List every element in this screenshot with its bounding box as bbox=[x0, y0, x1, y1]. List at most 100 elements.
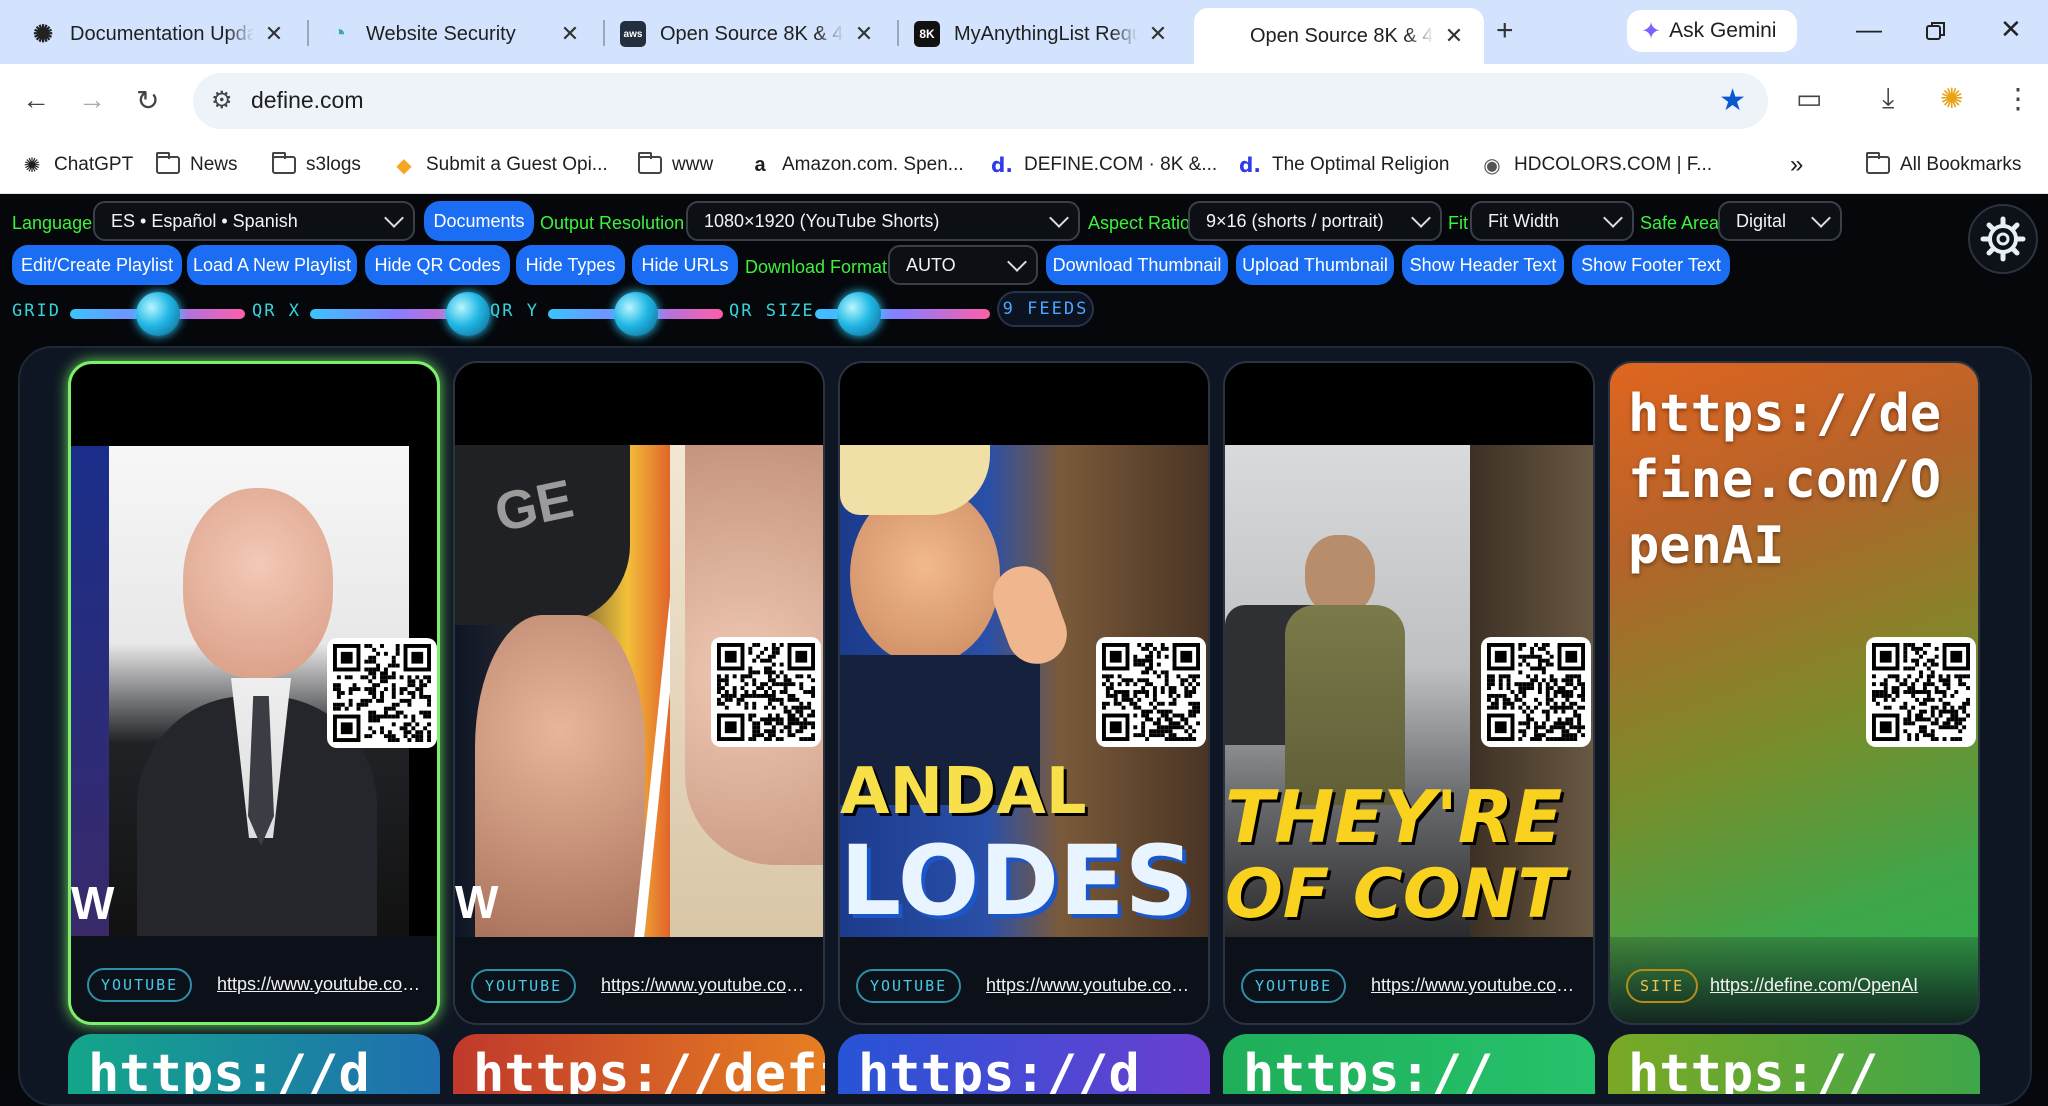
card-url-link[interactable]: https://www.youtube.com/shorts bbox=[217, 974, 429, 995]
bookmark-news[interactable]: News bbox=[156, 148, 238, 182]
folder-icon bbox=[638, 152, 662, 177]
restore-icon[interactable] bbox=[1925, 18, 1947, 49]
language-select[interactable]: ES • Español • Spanish bbox=[93, 201, 415, 241]
minimize-icon[interactable]: — bbox=[1856, 14, 1882, 45]
hide-urls-button[interactable]: Hide URLs bbox=[632, 245, 738, 285]
bookmark-label: ChatGPT bbox=[54, 154, 134, 175]
ask-gemini-button[interactable]: ✦ Ask Gemini bbox=[1627, 10, 1797, 52]
all-bookmarks[interactable]: All Bookmarks bbox=[1866, 148, 2021, 182]
close-icon[interactable]: ✕ bbox=[1442, 23, 1466, 49]
tab-title: Open Source 8K & 4K bbox=[1250, 24, 1434, 47]
feed-card-10[interactable]: https:// bbox=[1608, 1034, 1980, 1094]
tab-website-security[interactable]: ◔ Website Security ✕ bbox=[310, 8, 600, 60]
aspect-ratio-select[interactable]: 9×16 (shorts / portrait) bbox=[1188, 201, 1442, 241]
download-icon[interactable]: ⤓ bbox=[1882, 82, 1894, 115]
card-url-link[interactable]: https://www.youtube.com/shorts bbox=[601, 975, 813, 996]
qr-y-slider-handle[interactable] bbox=[613, 292, 658, 336]
site-url-display: https://define.com/OpenAI bbox=[1628, 384, 1942, 576]
gemini-sparkle-icon: ✦ bbox=[1641, 17, 1662, 45]
chatgpt-icon: ✺ bbox=[23, 154, 41, 177]
cast-icon[interactable]: ▭ bbox=[1796, 82, 1822, 115]
menu-icon[interactable]: ⋮ bbox=[2004, 82, 2032, 115]
card-url-link[interactable]: https://www.youtube.com/shorts bbox=[1371, 975, 1583, 996]
feed-card-1[interactable]: W YOUTUBE https://www.youtube.com/shorts bbox=[68, 361, 440, 1025]
upload-thumbnail-button[interactable]: Upload Thumbnail bbox=[1236, 245, 1394, 285]
bookmark-hdcolors[interactable]: ◉ HDCOLORS.COM | F... bbox=[1480, 148, 1712, 182]
fit-select[interactable]: Fit Width bbox=[1470, 201, 1634, 241]
load-new-playlist-button[interactable]: Load A New Playlist bbox=[187, 245, 357, 285]
card-url-link[interactable]: https://define.com/OpenAI bbox=[1710, 975, 1922, 996]
forward-icon[interactable]: → bbox=[78, 84, 106, 116]
aspect-ratio-value: 9×16 (shorts / portrait) bbox=[1206, 210, 1384, 231]
show-header-text-button[interactable]: Show Header Text bbox=[1402, 245, 1564, 285]
close-icon[interactable]: ✕ bbox=[262, 21, 286, 47]
qr-size-slider-handle[interactable] bbox=[836, 292, 881, 336]
qr-code bbox=[1481, 637, 1591, 747]
bookmark-label: Submit a Guest Opi... bbox=[426, 154, 608, 175]
bookmarks-overflow-icon[interactable]: » bbox=[1790, 148, 1803, 182]
address-bar[interactable]: ⚙ define.com ★ bbox=[193, 73, 1768, 129]
card-footer: YOUTUBE https://www.youtube.com/shorts bbox=[455, 937, 823, 1023]
close-icon[interactable]: ✕ bbox=[852, 21, 876, 47]
tab-open-source-aws[interactable]: aws Open Source 8K & 4K ✕ bbox=[604, 8, 894, 60]
close-icon[interactable]: ✕ bbox=[1146, 21, 1170, 47]
feed-card-9[interactable]: https:// bbox=[1223, 1034, 1595, 1094]
new-tab-icon[interactable]: + bbox=[1496, 14, 1514, 48]
bookmark-chatgpt[interactable]: ✺ ChatGPT bbox=[20, 148, 134, 182]
grid-slider-label: GRID bbox=[12, 301, 61, 321]
chevron-down-icon bbox=[1049, 208, 1069, 228]
tab-title: Documentation Upda bbox=[70, 22, 254, 45]
hide-qr-codes-button[interactable]: Hide QR Codes bbox=[365, 245, 510, 285]
bookmark-define[interactable]: d. DEFINE.COM · 8K &... bbox=[990, 148, 1217, 182]
bookmark-www[interactable]: www bbox=[638, 148, 713, 182]
output-resolution-select[interactable]: 1080×1920 (YouTube Shorts) bbox=[686, 201, 1080, 241]
feed-card-5[interactable]: https://define.com/OpenAI SITE https://d… bbox=[1608, 361, 1980, 1025]
close-icon[interactable]: ✕ bbox=[558, 21, 582, 47]
back-icon[interactable]: ← bbox=[22, 84, 50, 116]
site-url-display: https://d bbox=[88, 1044, 370, 1094]
edit-create-playlist-button[interactable]: Edit/Create Playlist bbox=[12, 245, 182, 285]
bookmark-star-icon[interactable]: ★ bbox=[1719, 83, 1746, 118]
safe-area-label: Safe Area bbox=[1640, 213, 1720, 233]
type-badge: YOUTUBE bbox=[1241, 969, 1347, 1003]
download-format-value: AUTO bbox=[906, 254, 956, 275]
bookmark-amazon[interactable]: a Amazon.com. Spen... bbox=[748, 148, 963, 182]
tab-documentation-update[interactable]: ✺ Documentation Upda ✕ bbox=[14, 8, 304, 60]
feed-card-3[interactable]: ANDAL LODES YOUTUBE https://www.youtube.… bbox=[838, 361, 1210, 1025]
bookmark-s3logs[interactable]: s3logs bbox=[272, 148, 361, 182]
grid-slider-handle[interactable] bbox=[135, 292, 180, 336]
settings-gear-icon[interactable] bbox=[1968, 204, 2038, 274]
card-url-link[interactable]: https://www.youtube.com/shorts bbox=[986, 975, 1198, 996]
card-footer: SITE https://define.com/OpenAI bbox=[1610, 937, 1978, 1023]
qr-size-slider-label: QR SIZE bbox=[729, 301, 815, 321]
thumb-text: W bbox=[455, 876, 499, 928]
security-icon: ◔ bbox=[331, 20, 347, 47]
feed-card-8[interactable]: https://d bbox=[838, 1034, 1210, 1094]
show-footer-text-button[interactable]: Show Footer Text bbox=[1572, 245, 1730, 285]
download-thumbnail-button[interactable]: Download Thumbnail bbox=[1046, 245, 1228, 285]
type-badge: SITE bbox=[1626, 969, 1699, 1003]
safe-area-select[interactable]: Digital bbox=[1718, 201, 1842, 241]
tab-open-source-define[interactable]: d. Open Source 8K & 4K ✕ bbox=[1194, 8, 1484, 64]
folder-icon bbox=[1866, 152, 1890, 177]
close-window-icon[interactable]: ✕ bbox=[2000, 14, 2022, 45]
chevron-down-icon bbox=[1603, 208, 1623, 228]
feed-card-4[interactable]: THEY'RE OF CONT YOUTUBE https://www.yout… bbox=[1223, 361, 1595, 1025]
feed-card-6[interactable]: https://d bbox=[68, 1034, 440, 1094]
reload-icon[interactable]: ↻ bbox=[136, 84, 159, 117]
site-url-display: https://define.c bbox=[473, 1044, 825, 1094]
feed-card-2[interactable]: GE W YOUTUBE https://www.youtube.com/sho… bbox=[453, 361, 825, 1025]
documents-button[interactable]: Documents bbox=[424, 201, 534, 241]
download-format-select[interactable]: AUTO bbox=[888, 245, 1038, 285]
extension-icon[interactable]: ✺ bbox=[1940, 82, 1963, 115]
site-info-icon[interactable]: ⚙ bbox=[211, 86, 233, 115]
hide-types-button[interactable]: Hide Types bbox=[516, 245, 625, 285]
bookmark-optimal-religion[interactable]: d. The Optimal Religion bbox=[1238, 148, 1449, 182]
qr-x-slider-handle[interactable] bbox=[445, 292, 490, 336]
bookmark-label: s3logs bbox=[306, 154, 361, 175]
type-badge: YOUTUBE bbox=[471, 969, 577, 1003]
bookmark-submit-guest[interactable]: ◆ Submit a Guest Opi... bbox=[392, 148, 608, 182]
url-text[interactable]: define.com bbox=[251, 87, 364, 114]
tab-myanythinglist[interactable]: 8K MyAnythingList Requ ✕ bbox=[898, 8, 1188, 60]
feed-card-7[interactable]: https://define.c bbox=[453, 1034, 825, 1094]
